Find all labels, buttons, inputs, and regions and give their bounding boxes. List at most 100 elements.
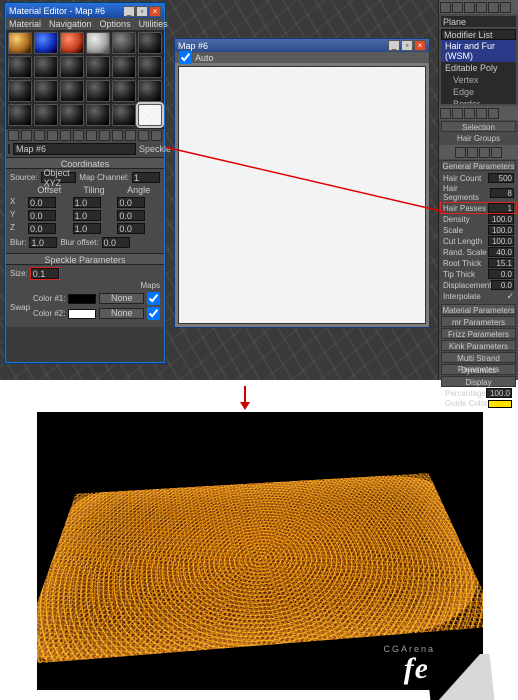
z-offset[interactable]: 0.0	[28, 223, 56, 234]
mapchannel-spinner[interactable]: 1	[132, 172, 160, 183]
spinner-disp[interactable]: 0.0	[491, 280, 514, 290]
z-tiling[interactable]: 1.0	[73, 223, 101, 234]
preview-min-button[interactable]: _	[388, 40, 400, 51]
color2-map-button[interactable]: None	[99, 308, 144, 319]
minimize-button[interactable]: _	[123, 6, 135, 17]
y-tiling[interactable]: 1.0	[73, 210, 101, 221]
y-offset[interactable]: 0.0	[28, 210, 56, 221]
color1-label: Color #1:	[33, 294, 65, 303]
sample-slot[interactable]	[138, 80, 162, 102]
rollout-selection[interactable]: Selection	[441, 121, 516, 132]
menu-utilities[interactable]: Utilities	[139, 19, 168, 29]
spinner-tipthick[interactable]: 0.0	[488, 269, 514, 279]
y-angle[interactable]: 0.0	[117, 210, 145, 221]
swap-button[interactable]: Swap	[10, 303, 30, 312]
sample-slot[interactable]	[34, 56, 58, 78]
rollout-mr[interactable]: mr Parameters	[441, 316, 516, 327]
rollout-speckle-header[interactable]: Speckle Parameters	[6, 253, 164, 265]
menu-navigation[interactable]: Navigation	[49, 19, 92, 29]
rollout-material[interactable]: Material Parameters	[441, 304, 516, 315]
checkbox-interp[interactable]: ✓	[506, 291, 514, 302]
panel-tabs[interactable]	[439, 0, 518, 14]
preview-max-button[interactable]: ▫	[401, 40, 413, 51]
material-type-button[interactable]: Speckle	[139, 144, 171, 154]
x-tiling[interactable]: 1.0	[73, 197, 101, 208]
sample-slot[interactable]	[60, 56, 84, 78]
preview-titlebar[interactable]: Map #6 _ ▫ ×	[175, 39, 429, 52]
blur-spinner[interactable]: 1.0	[29, 237, 57, 248]
rollout-dynamics[interactable]: Dynamics	[441, 364, 516, 375]
sample-slot[interactable]	[86, 104, 110, 126]
spinner-hairpasses[interactable]: 1	[488, 203, 514, 213]
spinner-rootthick[interactable]: 15.1	[488, 258, 514, 268]
rollout-display[interactable]: Display	[441, 376, 516, 387]
spinner-haircount[interactable]: 500	[488, 173, 514, 183]
sample-slot[interactable]	[34, 104, 58, 126]
spinner-percent[interactable]: 100.0	[486, 388, 512, 398]
x-offset[interactable]: 0.0	[28, 197, 56, 208]
close-button[interactable]: ×	[149, 6, 161, 17]
bluroff-spinner[interactable]: 0.0	[102, 237, 130, 248]
stack-sub-border[interactable]: Border	[441, 98, 516, 104]
z-angle[interactable]: 0.0	[117, 223, 145, 234]
stack-sub-vertex[interactable]: Vertex	[441, 74, 516, 86]
sample-slot[interactable]	[34, 32, 58, 54]
x-angle[interactable]: 0.0	[117, 197, 145, 208]
sample-slot[interactable]	[60, 80, 84, 102]
guide-color-swatch[interactable]	[488, 400, 512, 408]
rollout-general[interactable]: General Parameters	[441, 160, 516, 171]
stack-sub-edge[interactable]: Edge	[441, 86, 516, 98]
spinner-hairseg[interactable]: 8	[490, 188, 514, 198]
source-dropdown[interactable]: Object XYZ	[41, 172, 77, 183]
param-cutlen: Cut Length100.0	[441, 236, 516, 246]
menu-options[interactable]: Options	[100, 19, 131, 29]
spinner-cutlen[interactable]: 100.0	[488, 236, 514, 246]
sample-slot[interactable]	[60, 32, 84, 54]
sample-slot[interactable]	[60, 104, 84, 126]
spinner-scale[interactable]: 100.0	[488, 225, 514, 235]
sample-slot[interactable]	[34, 80, 58, 102]
material-toolbar[interactable]	[6, 128, 164, 141]
sample-slot[interactable]	[112, 104, 136, 126]
sample-slot[interactable]	[8, 80, 32, 102]
sample-slot[interactable]	[86, 80, 110, 102]
spinner-density[interactable]: 100.0	[488, 214, 514, 224]
mapchannel-label: Map Channel:	[79, 173, 129, 182]
sample-slot[interactable]	[8, 56, 32, 78]
sample-slot[interactable]	[8, 32, 32, 54]
rollout-kink[interactable]: Kink Parameters	[441, 340, 516, 351]
preview-close-button[interactable]: ×	[414, 40, 426, 51]
menu-material[interactable]: Material	[9, 19, 41, 29]
color2-swatch[interactable]	[68, 309, 96, 319]
hair-group-tools[interactable]	[439, 145, 518, 159]
sample-slot[interactable]	[86, 32, 110, 54]
size-spinner[interactable]: 0.1	[31, 268, 59, 279]
rollout-frizz[interactable]: Frizz Parameters	[441, 328, 516, 339]
modifier-list-dropdown[interactable]: Modifier List	[441, 29, 516, 40]
preview-auto-check[interactable]	[179, 51, 192, 64]
color1-swatch[interactable]	[68, 294, 96, 304]
sample-slot[interactable]	[86, 56, 110, 78]
sample-slot[interactable]	[112, 32, 136, 54]
rollout-coordinates-header[interactable]: Coordinates	[6, 157, 164, 169]
stack-item-epoly[interactable]: Editable Poly	[441, 62, 516, 74]
modifier-stack[interactable]: Hair and Fur (WSM) Editable Poly Vertex …	[441, 40, 516, 104]
maximize-button[interactable]: ▫	[136, 6, 148, 17]
sample-slot[interactable]	[8, 104, 32, 126]
sample-slot-active[interactable]	[138, 104, 162, 126]
rollout-multistrand[interactable]: Multi Strand Parameters	[441, 352, 516, 363]
color1-map-button[interactable]: None	[99, 293, 144, 304]
stack-item-hair[interactable]: Hair and Fur (WSM)	[441, 40, 516, 62]
spinner-randscale[interactable]: 40.0	[488, 247, 514, 257]
pick-material-button[interactable]	[8, 144, 10, 154]
stack-toolbar[interactable]	[439, 106, 518, 120]
sample-slot[interactable]	[138, 32, 162, 54]
sample-slot[interactable]	[112, 56, 136, 78]
sample-slot[interactable]	[138, 56, 162, 78]
material-editor-titlebar[interactable]: Material Editor - Map #6 _ ▫ ×	[6, 4, 164, 18]
material-name-input[interactable]	[13, 143, 136, 155]
material-editor-menubar[interactable]: Material Navigation Options Utilities	[6, 18, 164, 30]
sample-slot[interactable]	[112, 80, 136, 102]
color1-map-check[interactable]	[147, 292, 160, 305]
color2-map-check[interactable]	[147, 307, 160, 320]
